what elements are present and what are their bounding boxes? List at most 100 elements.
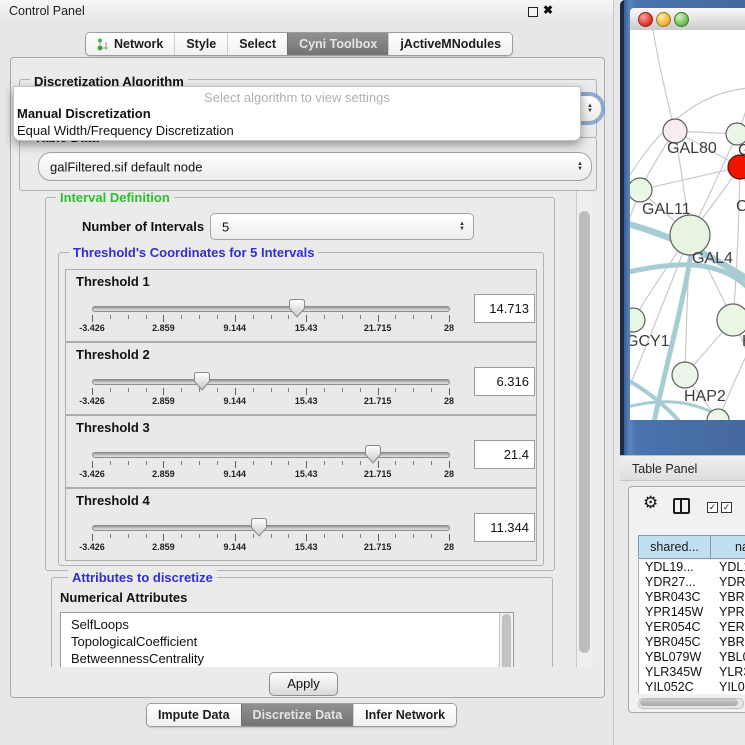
tab-select-label: Select	[239, 37, 276, 51]
column-layout-icon[interactable]	[673, 498, 690, 514]
cell-name: YDR2	[711, 575, 745, 590]
network-edge[interactable]	[733, 167, 740, 320]
network-view-window: GAL80GACGAL11GAL4GCY1HHAP2	[620, 0, 745, 455]
zoom-traffic-light[interactable]	[674, 12, 689, 27]
minimize-traffic-light[interactable]	[656, 12, 671, 27]
node-label: GAL80	[667, 140, 717, 157]
table-row[interactable]: YDR27...YDR2	[639, 575, 745, 590]
close-icon[interactable]: ✖	[543, 3, 553, 17]
network-node[interactable]	[670, 215, 710, 255]
slider-track[interactable]	[92, 379, 450, 385]
cell-shared-name: YBR045C	[639, 635, 711, 650]
table-row[interactable]: YPR145WYPR1	[639, 605, 745, 620]
cell-shared-name: YBL079W	[639, 650, 711, 665]
cell-name: YLR3	[711, 665, 745, 680]
tab-jactivemnodules[interactable]: jActiveMNodules	[388, 33, 512, 55]
list-item-selfloops[interactable]: SelfLoops	[61, 613, 513, 633]
checkbox-icon[interactable]: ✓	[721, 502, 732, 513]
threshold-value-field[interactable]: 21.4	[474, 440, 535, 469]
network-node[interactable]	[630, 308, 645, 332]
network-edge[interactable]	[640, 167, 740, 190]
table-header-row: shared... na	[638, 535, 745, 559]
table-row[interactable]: YBR045CYBR0	[639, 635, 745, 650]
table-data-combobox[interactable]: galFiltered.sif default node ▲▼	[38, 152, 592, 181]
network-node[interactable]	[630, 178, 652, 202]
list-item-topologicalcoefficient[interactable]: TopologicalCoefficient	[61, 633, 513, 650]
float-window-icon[interactable]	[528, 7, 538, 17]
numerical-attributes-label: Numerical Attributes	[60, 590, 187, 605]
network-edge[interactable]	[652, 30, 675, 131]
table-row[interactable]: YLR345WYLR3	[639, 665, 745, 680]
column-header-shared[interactable]: shared...	[639, 536, 711, 558]
tab-style[interactable]: Style	[174, 33, 227, 55]
checkbox-icon[interactable]: ✓	[707, 502, 718, 513]
tab-infer-network[interactable]: Infer Network	[353, 704, 456, 726]
slider-track[interactable]	[92, 306, 450, 312]
scrollbar-thumb[interactable]	[640, 699, 738, 706]
node-label: HAP2	[684, 388, 726, 405]
number-of-intervals-value: 5	[222, 219, 229, 234]
table-data-value: galFiltered.sif default node	[50, 159, 202, 174]
network-icon	[97, 38, 109, 51]
node-label: GA	[738, 142, 745, 159]
slider-ticks	[92, 315, 449, 323]
threshold-value-field[interactable]: 11.344	[474, 513, 535, 542]
tab-jactivemnodules-label: jActiveMNodules	[400, 37, 501, 51]
number-of-intervals-combobox[interactable]: 5 ▲▼	[210, 213, 474, 240]
tab-network[interactable]: Network	[86, 33, 174, 55]
node-label: GAL4	[692, 250, 733, 267]
tab-impute-data[interactable]: Impute Data	[147, 704, 241, 726]
slider-tick-labels: -3.4262.8599.14415.4321.71528	[92, 469, 449, 479]
slider-thumb[interactable]	[251, 518, 267, 537]
cell-name: YPR1	[711, 605, 745, 620]
tab-discretize-data-label: Discretize Data	[253, 708, 343, 722]
cell-shared-name: YDR27...	[639, 575, 711, 590]
window-title: Control Panel	[9, 4, 85, 18]
cell-shared-name: YBR043C	[639, 590, 711, 605]
slider-track[interactable]	[92, 525, 450, 531]
gear-icon[interactable]: ⚙	[643, 493, 658, 513]
network-canvas[interactable]: GAL80GACGAL11GAL4GCY1HHAP2	[630, 30, 745, 420]
number-of-intervals-label: Number of Intervals	[82, 219, 204, 234]
interval-definition-group: Interval Definition Number of Intervals …	[45, 197, 555, 571]
list-item-betweennesscentrality[interactable]: BetweennessCentrality	[61, 650, 513, 667]
tab-select[interactable]: Select	[227, 33, 287, 55]
slider-thumb[interactable]	[289, 299, 305, 318]
table-row[interactable]: YIL052CYIL0	[639, 680, 745, 694]
cell-shared-name: YLR345W	[639, 665, 711, 680]
node-label: C	[736, 198, 745, 215]
scrollbar-thumb[interactable]	[579, 211, 590, 653]
close-traffic-light[interactable]	[638, 12, 653, 27]
threshold-value-field[interactable]: 6.316	[474, 367, 535, 396]
table-row[interactable]: YER054CYER0	[639, 620, 745, 635]
threshold-label: Threshold 1	[76, 274, 150, 289]
cell-name: YBL0	[711, 650, 745, 665]
tab-cyni-toolbox[interactable]: Cyni Toolbox	[287, 33, 388, 55]
tab-style-label: Style	[186, 37, 216, 51]
attributes-title: Attributes to discretize	[68, 570, 217, 585]
slider-thumb[interactable]	[194, 372, 210, 391]
table-panel-titlebar: Table Panel	[620, 455, 745, 481]
slider-track[interactable]	[92, 452, 450, 458]
threshold-coordinates-title: Threshold's Coordinates for 5 Intervals	[69, 245, 318, 260]
slider-thumb[interactable]	[365, 445, 381, 464]
threshold-label: Threshold 2	[76, 347, 150, 362]
settings-vertical-scrollbar[interactable]	[576, 191, 593, 667]
threshold-panel: Threshold 2-3.4262.8599.14415.4321.71528…	[65, 342, 537, 415]
table-row[interactable]: YBL079WYBL0	[639, 650, 745, 665]
table-row[interactable]: YDL19...YDL1	[639, 560, 745, 575]
column-header-name[interactable]: na	[711, 536, 745, 558]
slider-ticks	[92, 461, 449, 469]
node-label: GAL11	[642, 201, 691, 218]
apply-button[interactable]: Apply	[269, 672, 338, 696]
table-horizontal-scrollbar[interactable]	[638, 698, 744, 709]
dropdown-option-equal-width[interactable]: Equal Width/Frequency Discretization	[17, 123, 234, 138]
network-node[interactable]	[672, 362, 698, 388]
network-window-titlebar[interactable]	[630, 8, 745, 31]
dropdown-option-manual[interactable]: Manual Discretization	[17, 106, 151, 121]
threshold-value-field[interactable]: 14.713	[474, 294, 535, 323]
attributes-list-scrollbar[interactable]	[499, 613, 513, 667]
network-node[interactable]	[717, 304, 745, 336]
table-row[interactable]: YBR043CYBR0	[639, 590, 745, 605]
tab-discretize-data[interactable]: Discretize Data	[241, 704, 354, 726]
